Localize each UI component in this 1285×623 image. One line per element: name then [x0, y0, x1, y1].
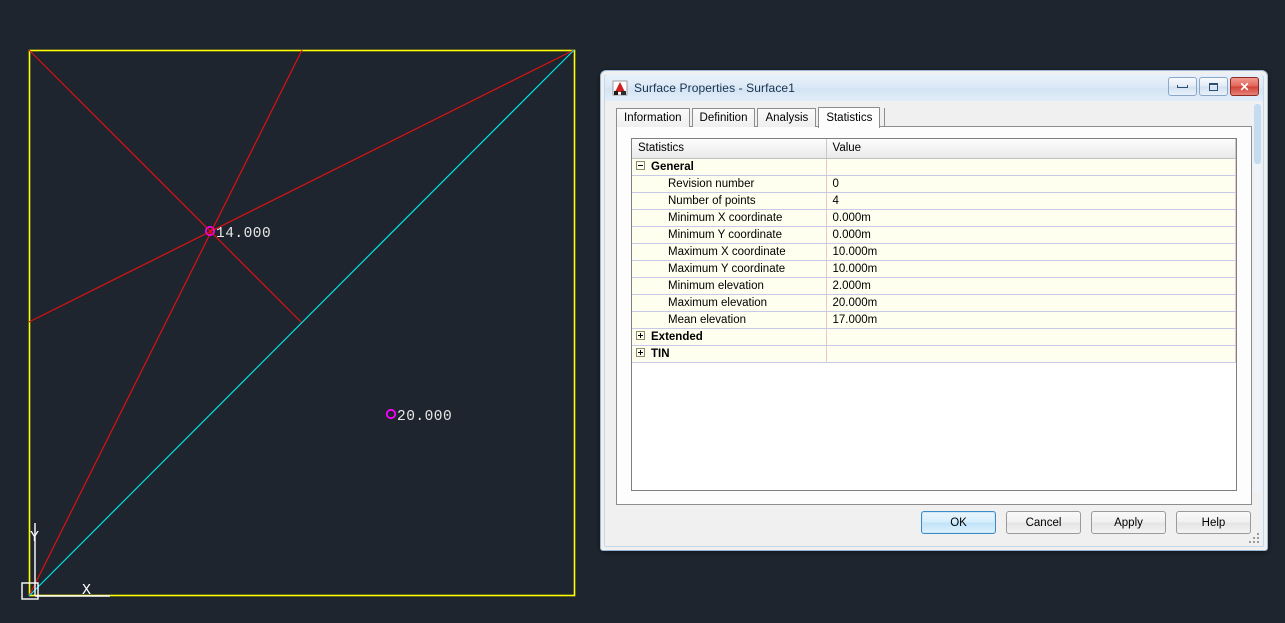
dialog-titlebar[interactable]: Surface Properties - Surface1 ✕ — [605, 74, 1263, 101]
table-row[interactable]: Revision number 0 — [632, 175, 1236, 193]
row-value-cell[interactable]: 20.000m — [826, 294, 1236, 312]
minimize-icon[interactable] — [1168, 77, 1197, 96]
table-row[interactable]: Number of points 4 — [632, 192, 1236, 210]
ok-button[interactable]: OK — [921, 511, 996, 534]
statistics-grid[interactable]: Statistics Value General Revision number… — [631, 138, 1237, 491]
row-value-cell[interactable]: 4 — [826, 192, 1236, 210]
button-label: Cancel — [1025, 516, 1062, 529]
row-label[interactable]: Maximum X coordinate — [632, 243, 827, 261]
ucs-y-label: Y — [30, 529, 39, 546]
elevation-label-20: 20.000 — [397, 409, 452, 425]
row-label-cell[interactable]: Extended — [632, 328, 827, 346]
apply-button[interactable]: Apply — [1091, 511, 1166, 534]
row-value-cell[interactable]: 10.000m — [826, 260, 1236, 278]
row-value-cell[interactable]: 0.000m — [826, 209, 1236, 227]
row-label[interactable]: Maximum Y coordinate — [632, 260, 827, 278]
row-label[interactable]: Minimum Y coordinate — [632, 226, 827, 244]
row-label: Extended — [651, 330, 703, 343]
row-label-cell[interactable]: TIN — [632, 345, 827, 363]
tab-information[interactable]: Information — [616, 108, 690, 127]
row-label: TIN — [651, 347, 670, 360]
tab-label: Statistics — [826, 112, 873, 124]
row-label[interactable]: Mean elevation — [632, 311, 827, 329]
expand-expander-icon[interactable] — [636, 330, 645, 340]
dialog-scrollbar[interactable] — [1254, 104, 1261, 491]
button-label: Apply — [1114, 516, 1143, 529]
statistics-tab-page: Statistics Value General Revision number… — [616, 126, 1252, 505]
row-label: General — [651, 160, 694, 173]
row-value-cell[interactable]: 2.000m — [826, 277, 1236, 295]
resize-grip[interactable] — [1247, 531, 1259, 543]
tab-label: Information — [624, 112, 682, 124]
statistics-table: Statistics Value General Revision number… — [632, 139, 1236, 363]
row-label[interactable]: Revision number — [632, 175, 827, 193]
application-root: 14.000 20.000 X Y Surface Properties - S… — [0, 0, 1285, 623]
table-row[interactable]: General — [632, 158, 1236, 176]
row-value-cell[interactable] — [826, 345, 1236, 363]
row-label[interactable]: Minimum X coordinate — [632, 209, 827, 227]
tab-definition[interactable]: Definition — [691, 108, 756, 127]
button-label: OK — [950, 516, 967, 529]
column-header-value[interactable]: Value — [826, 139, 1236, 159]
expand-expander-icon[interactable] — [636, 347, 645, 357]
table-row[interactable]: Maximum Y coordinate 10.000m — [632, 260, 1236, 278]
dialog-tabstrip[interactable]: Information Definition Analysis Statisti… — [616, 106, 889, 128]
row-value-cell[interactable]: 0.000m — [826, 226, 1236, 244]
tab-analysis[interactable]: Analysis — [757, 108, 817, 127]
table-row[interactable]: Maximum X coordinate 10.000m — [632, 243, 1236, 261]
row-value-cell[interactable]: 0 — [826, 175, 1236, 193]
tab-label: Definition — [699, 112, 748, 124]
table-row[interactable]: TIN — [632, 345, 1236, 363]
table-row[interactable]: Minimum elevation 2.000m — [632, 277, 1236, 295]
cancel-button[interactable]: Cancel — [1006, 511, 1081, 534]
tab-label: Analysis — [765, 112, 809, 124]
row-label[interactable]: Minimum elevation — [632, 277, 827, 295]
grid-empty-area — [632, 362, 1236, 483]
row-label-cell[interactable]: General — [632, 158, 827, 176]
table-row[interactable]: Minimum Y coordinate 0.000m — [632, 226, 1236, 244]
ucs-x-label: X — [82, 582, 91, 599]
table-row[interactable]: Mean elevation 17.000m — [632, 311, 1236, 329]
elevation-point-20[interactable]: 20.000 — [385, 408, 452, 425]
window-controls: ✕ — [1168, 77, 1259, 96]
tabstrip-divider — [884, 108, 889, 127]
dialog-frame: Surface Properties - Surface1 ✕ Informat… — [604, 74, 1264, 547]
autocad-surface-icon — [612, 80, 628, 96]
cad-background — [0, 0, 600, 623]
row-label[interactable]: Maximum elevation — [632, 294, 827, 312]
surface-properties-dialog[interactable]: Surface Properties - Surface1 ✕ Informat… — [600, 70, 1268, 551]
column-header-statistics[interactable]: Statistics — [632, 139, 827, 159]
maximize-icon[interactable] — [1199, 77, 1228, 96]
elevation-label-14: 14.000 — [216, 226, 271, 242]
table-row[interactable]: Extended — [632, 328, 1236, 346]
row-value-cell[interactable] — [826, 158, 1236, 176]
table-row[interactable]: Minimum X coordinate 0.000m — [632, 209, 1236, 227]
table-row[interactable]: Maximum elevation 20.000m — [632, 294, 1236, 312]
dialog-scrollbar-thumb[interactable] — [1254, 104, 1261, 164]
cad-drawing-area[interactable]: 14.000 20.000 X Y — [0, 0, 600, 623]
help-button[interactable]: Help — [1176, 511, 1251, 534]
elevation-point-14[interactable]: 14.000 — [205, 226, 271, 242]
dialog-button-row: OK Cancel Apply Help — [605, 511, 1251, 534]
tab-statistics[interactable]: Statistics — [818, 107, 881, 128]
row-value-cell[interactable]: 17.000m — [826, 311, 1236, 329]
dialog-title: Surface Properties - Surface1 — [634, 80, 795, 95]
row-value-cell[interactable] — [826, 328, 1236, 346]
table-header-row: Statistics Value — [632, 139, 1236, 159]
button-label: Help — [1201, 516, 1226, 529]
close-icon[interactable]: ✕ — [1230, 77, 1259, 96]
collapse-expander-icon[interactable] — [636, 160, 645, 170]
row-value-cell[interactable]: 10.000m — [826, 243, 1236, 261]
row-label[interactable]: Number of points — [632, 192, 827, 210]
cad-drawing-svg: 14.000 20.000 X Y — [0, 0, 600, 623]
